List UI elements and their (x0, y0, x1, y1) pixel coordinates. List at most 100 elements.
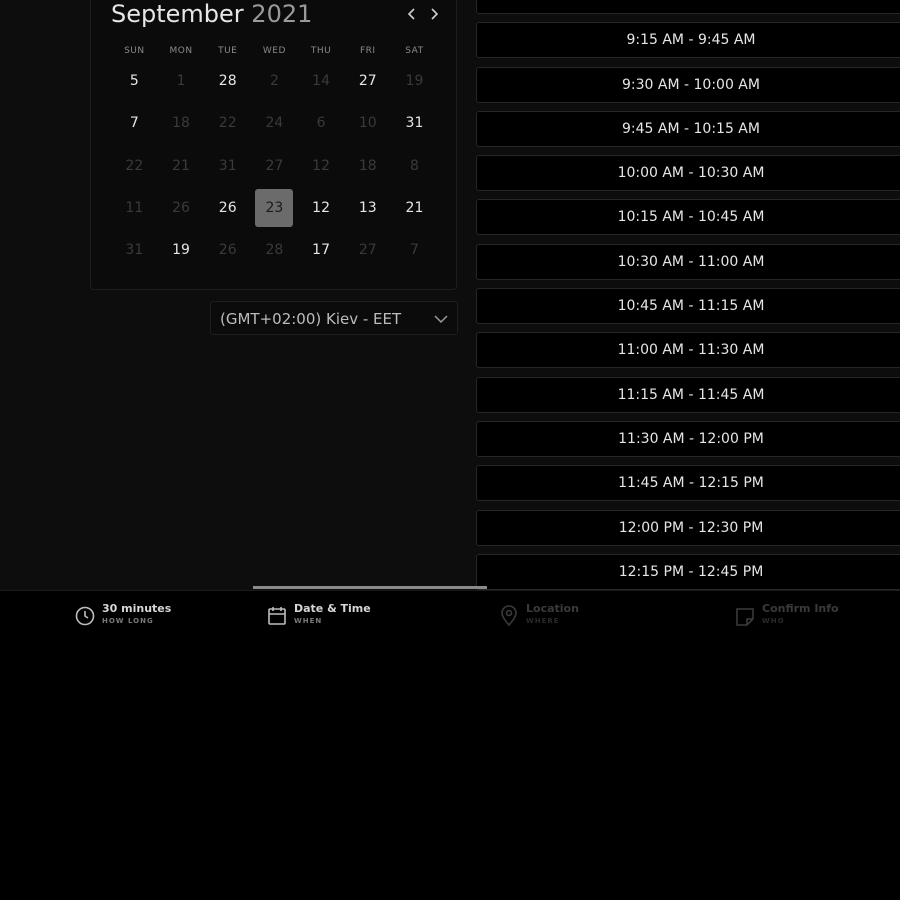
available-day[interactable]: 19 (158, 231, 205, 269)
day-number: 12 (312, 157, 330, 174)
timezone-select[interactable]: (GMT+02:00) Kiev - EET (210, 301, 458, 335)
chevron-right-icon (431, 8, 439, 20)
time-slot-button[interactable]: 10:45 AM - 11:15 AM (476, 288, 900, 325)
step-label: Date & Time (294, 602, 371, 615)
day-number: 21 (405, 200, 424, 217)
time-slot-button[interactable]: 11:30 AM - 12:00 PM (476, 420, 900, 457)
day-number: 6 (316, 115, 326, 132)
unavailable-day: 31 (111, 231, 158, 269)
unavailable-day: 22 (111, 147, 158, 185)
day-number: 19 (405, 73, 424, 90)
timezone-value: (GMT+02:00) Kiev - EET (220, 310, 402, 328)
time-slot-button[interactable]: 10:30 AM - 11:00 AM (476, 243, 900, 280)
calendar-icon (268, 607, 286, 625)
available-day[interactable]: 7 (111, 104, 158, 142)
time-slot-button[interactable]: 11:00 AM - 11:30 AM (476, 332, 900, 369)
calendar-week-row: 5 1 28 2 14 27 19 (111, 60, 438, 102)
divider (0, 590, 900, 591)
unavailable-day: 12 (298, 147, 345, 185)
time-slot-button[interactable]: 10:00 AM - 10:30 AM (476, 155, 900, 192)
calendar-week-row: 11 26 26 23 12 13 21 (111, 187, 438, 229)
weekday-label: WED (262, 46, 286, 56)
day-number: 19 (172, 242, 190, 259)
day-number: 31 (218, 157, 237, 174)
unavailable-day: 26 (158, 189, 205, 227)
day-number: 13 (358, 200, 377, 217)
step-who[interactable]: Confirm Info WHO (734, 602, 839, 634)
booking-stepper: 30 minutes HOW LONG Date & Time WHEN Loc… (0, 586, 900, 638)
chevron-left-icon (407, 8, 415, 20)
unavailable-day: 22 (204, 104, 251, 142)
step-sublabel: WHEN (294, 617, 323, 625)
time-slot-button[interactable]: 11:45 AM - 12:15 PM (476, 465, 900, 502)
calendar-week-row: 7 18 22 24 6 10 31 (111, 102, 438, 144)
next-month-button[interactable] (425, 2, 443, 26)
location-pin-icon (501, 605, 517, 627)
day-number: 22 (218, 115, 237, 132)
unavailable-day: 24 (251, 104, 298, 142)
time-slot-button[interactable]: 9:00 AM - 9:30 AM (476, 0, 900, 14)
time-slot-button[interactable]: 10:15 AM - 10:45 AM (476, 199, 900, 236)
selected-day[interactable]: 23 (251, 189, 298, 228)
available-day[interactable]: 26 (204, 189, 251, 227)
step-when[interactable]: Date & Time WHEN (266, 602, 371, 634)
day-number: 10 (358, 115, 377, 132)
weekday-label: MON (169, 46, 193, 56)
step-how-long[interactable]: 30 minutes HOW LONG (74, 602, 171, 634)
available-day[interactable]: 31 (391, 104, 438, 142)
day-number: 14 (312, 73, 330, 90)
unavailable-day: 21 (158, 147, 205, 185)
day-number: 26 (172, 200, 190, 217)
unavailable-day: 2 (251, 62, 298, 100)
day-number: 11 (125, 200, 144, 217)
unavailable-day: 26 (204, 231, 251, 269)
day-number: 27 (358, 73, 377, 90)
day-grid: 5 1 28 2 14 27 19 7 18 22 24 6 10 31 22 21 31 27 12 18 8 11 26… (111, 60, 438, 271)
available-day[interactable]: 28 (204, 62, 251, 100)
unavailable-day: 19 (391, 62, 438, 100)
unavailable-day: 28 (251, 231, 298, 269)
day-number: 27 (265, 157, 284, 174)
step-label: Confirm Info (762, 602, 839, 615)
time-slot-button[interactable]: 9:15 AM - 9:45 AM (476, 22, 900, 59)
weekday-header: SUN MON TUE WED THU FRI SAT (111, 46, 438, 56)
calendar: September 2021 SUN MON TUE WED THU FRI S… (90, 0, 457, 290)
day-number: 23 (255, 189, 294, 228)
time-slot-button[interactable]: 9:30 AM - 10:00 AM (476, 66, 900, 103)
time-slot-button[interactable]: 12:00 PM - 12:30 PM (476, 509, 900, 546)
available-day[interactable]: 12 (298, 189, 345, 227)
weekday-label: TUE (218, 46, 238, 56)
unavailable-day: 18 (158, 104, 205, 142)
day-number: 7 (410, 242, 419, 259)
day-number: 7 (129, 115, 139, 132)
weekday-label: THU (310, 46, 332, 56)
unavailable-day: 18 (344, 147, 391, 185)
unavailable-day: 10 (344, 104, 391, 142)
unavailable-day: 1 (158, 62, 205, 100)
day-number: 8 (410, 157, 419, 174)
day-number: 5 (129, 73, 139, 90)
active-step-indicator (253, 586, 487, 589)
available-day[interactable]: 13 (344, 189, 391, 227)
day-number: 18 (172, 115, 190, 132)
day-number: 26 (218, 242, 237, 259)
month-name: September (111, 0, 244, 28)
available-day[interactable]: 21 (391, 189, 438, 227)
calendar-week-row: 31 19 26 28 17 27 7 (111, 229, 438, 271)
available-day[interactable]: 27 (344, 62, 391, 100)
previous-month-button[interactable] (403, 2, 421, 26)
step-label: Location (526, 602, 579, 615)
step-where[interactable]: Location WHERE (498, 602, 579, 634)
day-number: 27 (358, 242, 377, 259)
day-number: 21 (172, 157, 190, 174)
time-slot-button[interactable]: 12:15 PM - 12:45 PM (476, 553, 900, 590)
unavailable-day: 31 (204, 147, 251, 185)
weekday-label: SUN (124, 46, 145, 56)
time-slot-button[interactable]: 11:15 AM - 11:45 AM (476, 376, 900, 413)
available-day[interactable]: 17 (298, 231, 345, 269)
unavailable-day: 27 (344, 231, 391, 269)
day-number: 26 (218, 200, 237, 217)
available-day[interactable]: 5 (111, 62, 158, 100)
time-slot-button[interactable]: 9:45 AM - 10:15 AM (476, 110, 900, 147)
day-number: 18 (358, 157, 377, 174)
